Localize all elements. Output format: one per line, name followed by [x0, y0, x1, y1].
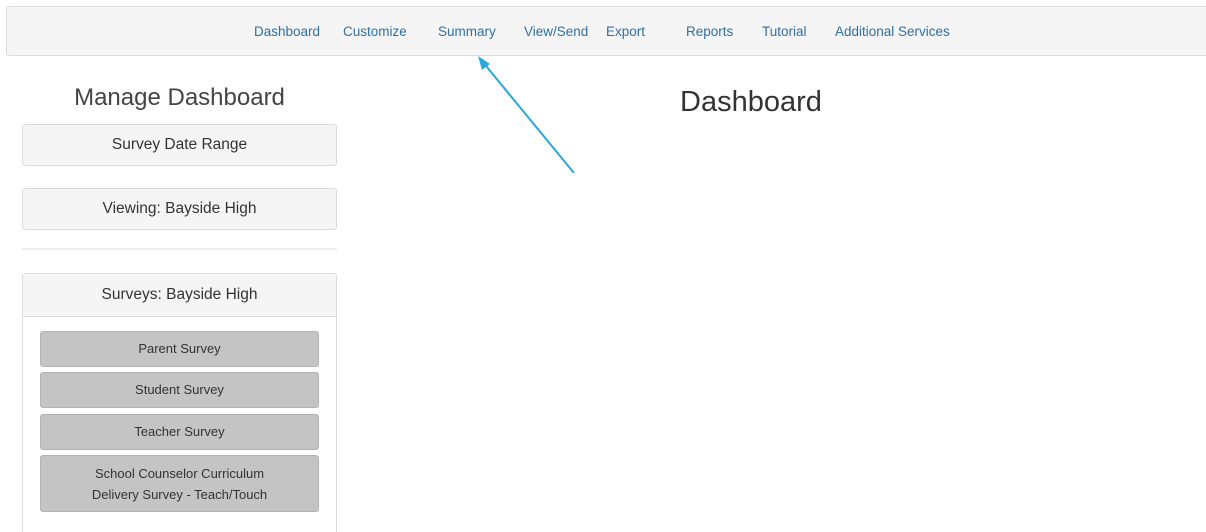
surveys-panel: Surveys: Bayside High Parent Survey Stud…	[22, 273, 337, 532]
page-title: Dashboard	[680, 86, 822, 118]
nav-customize[interactable]: Customize	[343, 24, 407, 39]
sidebar-divider	[22, 248, 337, 250]
arrow-head-icon	[478, 56, 490, 70]
counselor-curriculum-survey-button[interactable]: School Counselor Curriculum Delivery Sur…	[40, 455, 319, 512]
nav-export[interactable]: Export	[606, 24, 645, 39]
student-survey-button[interactable]: Student Survey	[40, 372, 319, 408]
top-navigation: Dashboard Customize Summary View/Send Ex…	[6, 6, 1206, 56]
nav-summary[interactable]: Summary	[438, 24, 496, 39]
parent-survey-button[interactable]: Parent Survey	[40, 331, 319, 367]
nav-additional-services[interactable]: Additional Services	[835, 24, 950, 39]
viewing-school-button[interactable]: Viewing: Bayside High	[22, 188, 337, 230]
teacher-survey-button[interactable]: Teacher Survey	[40, 414, 319, 450]
survey-date-range-button[interactable]: Survey Date Range	[22, 124, 337, 166]
arrow-shaft	[481, 60, 575, 174]
nav-tutorial[interactable]: Tutorial	[762, 24, 807, 39]
counselor-survey-label-line1: School Counselor Curriculum	[94, 466, 265, 481]
nav-view-send[interactable]: View/Send	[524, 24, 588, 39]
nav-dashboard[interactable]: Dashboard	[254, 24, 320, 39]
counselor-survey-label-line2: Delivery Survey - Teach/Touch	[91, 487, 268, 502]
nav-reports[interactable]: Reports	[686, 24, 733, 39]
manage-dashboard-title: Manage Dashboard	[74, 84, 285, 111]
surveys-panel-header: Surveys: Bayside High	[23, 274, 336, 317]
